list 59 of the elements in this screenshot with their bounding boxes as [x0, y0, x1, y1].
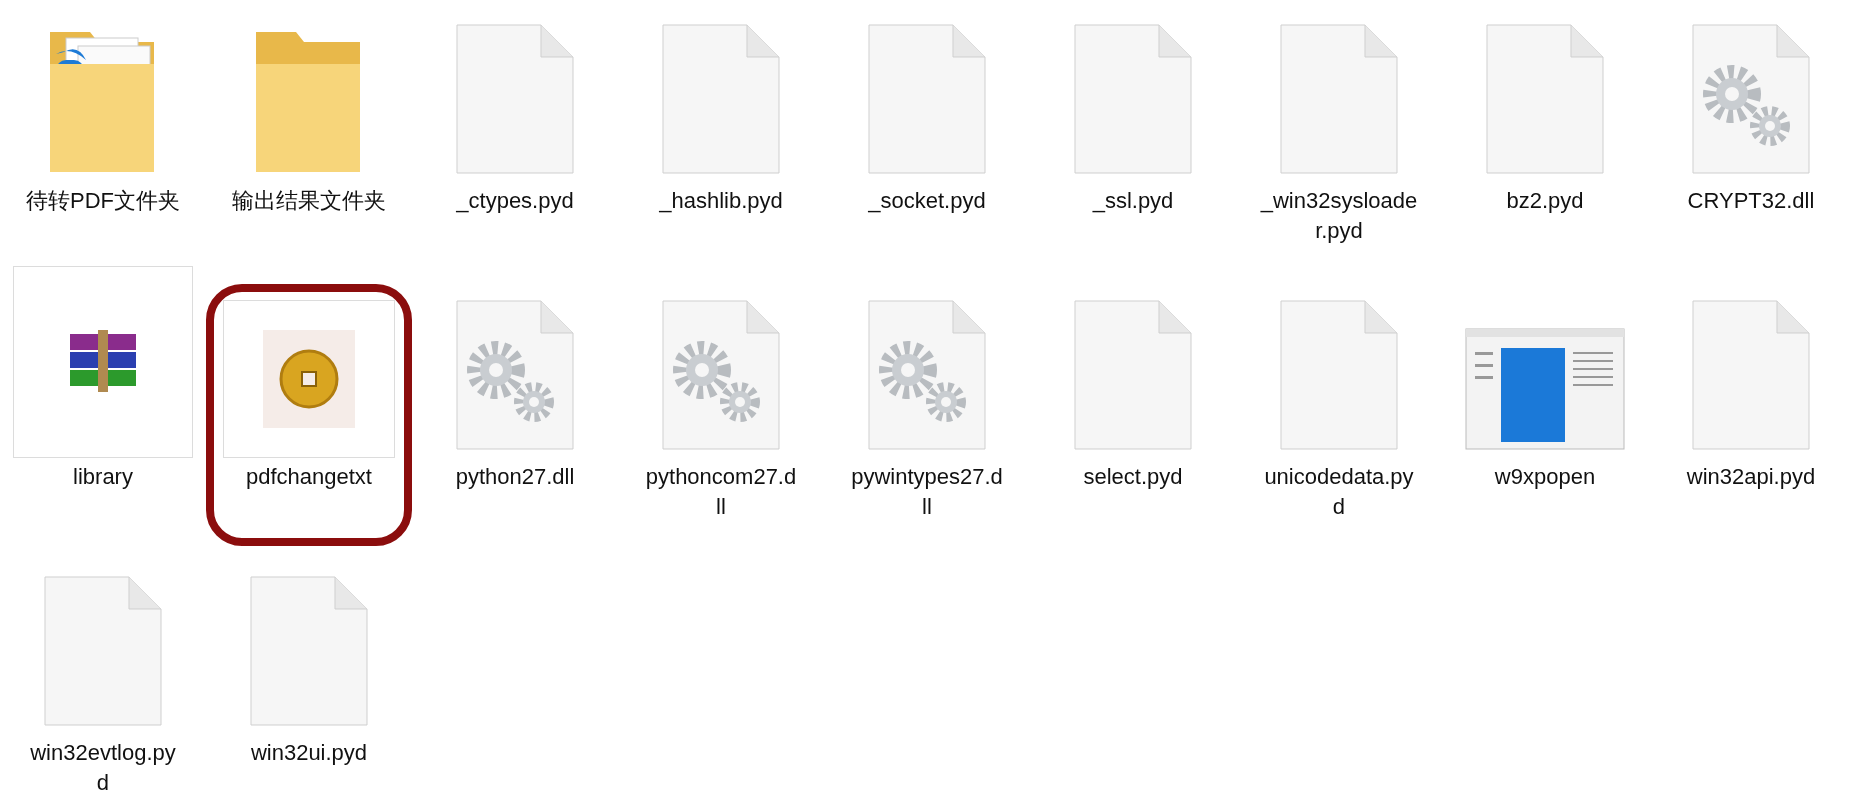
thumbnail-frame[interactable]	[223, 300, 395, 458]
file-item[interactable]: python27.dll	[412, 262, 618, 538]
file-item[interactable]: w9xpopen	[1442, 262, 1648, 538]
file-name: CRYPT32.dll	[1687, 187, 1815, 215]
gear-file-icon[interactable]	[456, 300, 574, 450]
file-item[interactable]: _hashlib.pyd	[618, 0, 824, 262]
blank-file-icon[interactable]	[868, 24, 986, 174]
file-name: unicodedata.py d	[1264, 463, 1414, 521]
file-item[interactable]: library	[0, 262, 206, 538]
file-item[interactable]: pdfchangetxt	[206, 284, 412, 546]
file-name: 输出结果文件夹	[232, 187, 386, 215]
blank-file-icon[interactable]	[662, 24, 780, 174]
file-name: _win32sysloade r.pyd	[1260, 187, 1418, 245]
file-item[interactable]: _win32sysloade r.pyd	[1236, 0, 1442, 262]
file-item[interactable]: unicodedata.py d	[1236, 262, 1442, 538]
file-name: pdfchangetxt	[246, 463, 372, 491]
file-name: python27.dll	[455, 463, 575, 491]
blank-file-icon[interactable]	[1074, 24, 1192, 174]
blank-file-icon[interactable]	[250, 576, 368, 726]
blank-file-icon[interactable]	[456, 24, 574, 174]
file-name: bz2.pyd	[1506, 187, 1584, 215]
file-name: _ssl.pyd	[1092, 187, 1174, 215]
blank-file-icon[interactable]	[44, 576, 162, 726]
file-name: _hashlib.pyd	[659, 187, 783, 215]
file-item[interactable]: win32evtlog.py d	[0, 538, 206, 793]
archive-icon	[68, 330, 138, 394]
file-name: win32api.pyd	[1686, 463, 1816, 491]
file-name: pythoncom27.d ll	[645, 463, 797, 521]
file-name: library	[73, 463, 133, 491]
file-item[interactable]: 输出结果文件夹	[206, 0, 412, 262]
app-window-icon[interactable]	[1465, 328, 1625, 450]
blank-file-icon[interactable]	[1692, 300, 1810, 450]
blank-file-icon[interactable]	[1074, 300, 1192, 450]
gear-file-icon[interactable]	[1692, 24, 1810, 174]
file-name: select.pyd	[1083, 463, 1183, 491]
file-item[interactable]: win32api.pyd	[1648, 262, 1854, 538]
file-item[interactable]: _ctypes.pyd	[412, 0, 618, 262]
file-item[interactable]: pywintypes27.d ll	[824, 262, 1030, 538]
file-name: win32ui.pyd	[250, 739, 368, 767]
file-item[interactable]: 待转PDF文件夹	[0, 0, 206, 262]
thumbnail-frame[interactable]	[13, 266, 193, 458]
file-item[interactable]: _socket.pyd	[824, 0, 1030, 262]
blank-file-icon[interactable]	[1280, 24, 1398, 174]
file-item[interactable]: pythoncom27.d ll	[618, 262, 824, 538]
file-name: 待转PDF文件夹	[26, 187, 180, 215]
blank-file-icon[interactable]	[1280, 300, 1398, 450]
blank-file-icon[interactable]	[1486, 24, 1604, 174]
coin-image-icon	[263, 330, 355, 428]
file-name: _ctypes.pyd	[456, 187, 574, 215]
gear-file-icon[interactable]	[868, 300, 986, 450]
file-name: pywintypes27.d ll	[851, 463, 1003, 521]
file-name: win32evtlog.py d	[30, 739, 176, 793]
file-item[interactable]: select.pyd	[1030, 262, 1236, 538]
file-item[interactable]: CRYPT32.dll	[1648, 0, 1854, 262]
gear-file-icon[interactable]	[662, 300, 780, 450]
file-item[interactable]: bz2.pyd	[1442, 0, 1648, 262]
file-item[interactable]: _ssl.pyd	[1030, 0, 1236, 262]
file-name: _socket.pyd	[868, 187, 986, 215]
file-name: w9xpopen	[1494, 463, 1596, 491]
